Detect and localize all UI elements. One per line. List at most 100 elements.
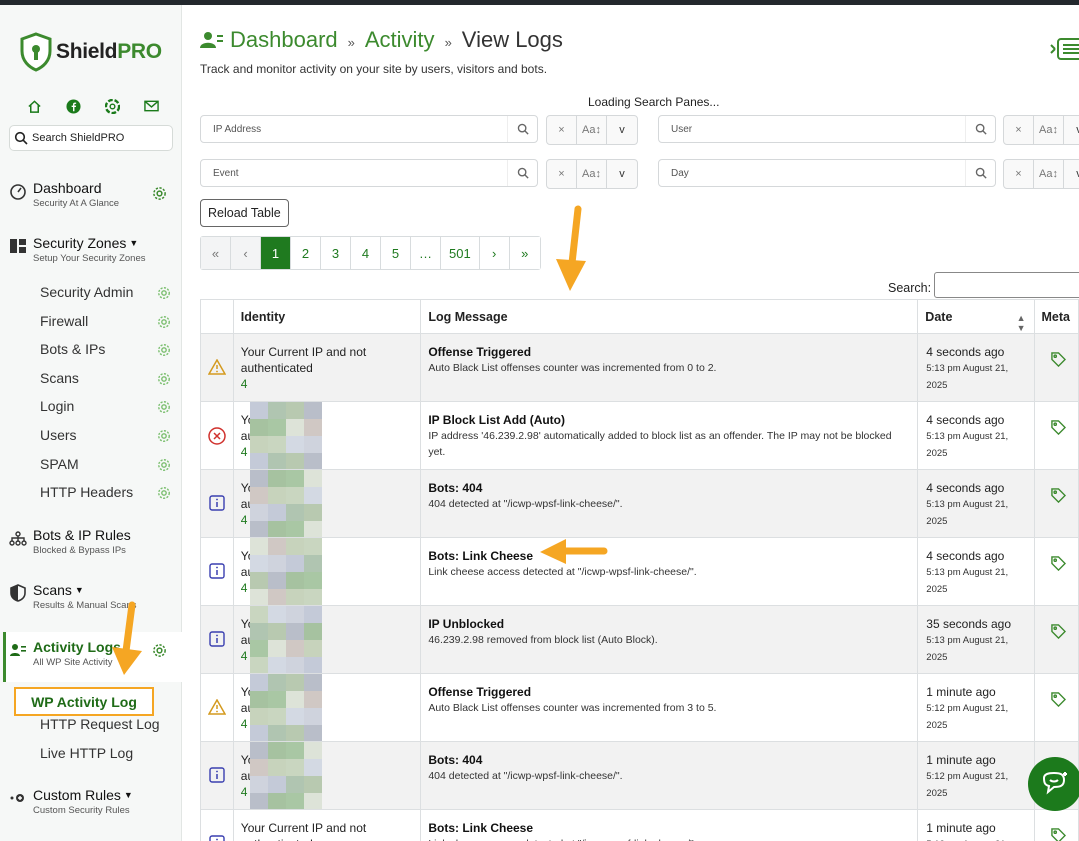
subnav-security-admin[interactable]: Security Admin [40, 284, 133, 300]
page-prev[interactable]: ‹ [231, 237, 261, 269]
ip-address-pane-input[interactable]: IP Address [200, 115, 538, 143]
gear-icon[interactable] [157, 286, 171, 300]
case-toggle-button[interactable]: Aa↕ [1034, 160, 1064, 188]
gear-icon[interactable] [157, 458, 171, 472]
page-5[interactable]: 5 [381, 237, 411, 269]
subnav-live-http-log[interactable]: Live HTTP Log [40, 745, 133, 761]
breadcrumb-current: View Logs [461, 27, 563, 52]
subnav-http-request-log[interactable]: HTTP Request Log [40, 716, 160, 732]
clear-button[interactable]: × [547, 160, 577, 188]
log-title: Bots: Link Cheese [428, 821, 534, 835]
message-cell: Bots: 404 404 detected at "/icwp-wpsf-lin… [420, 469, 919, 538]
page-last[interactable]: » [509, 237, 540, 269]
clear-button[interactable]: × [547, 116, 577, 144]
chat-support-button[interactable] [1028, 757, 1079, 811]
identity-cell: Your Current IP and notauthenticated [232, 809, 422, 841]
gear-icon[interactable] [157, 315, 171, 329]
severity-cell [200, 605, 234, 674]
breadcrumb: Dashboard » Activity » View Logs [200, 27, 563, 53]
collapse-button[interactable]: v [607, 116, 637, 144]
message-cell: IP Block List Add (Auto) IP address '46.2… [420, 401, 919, 470]
gear-icon[interactable] [157, 372, 171, 386]
facebook-icon[interactable] [63, 96, 83, 116]
subnav-http-headers[interactable]: HTTP Headers [40, 484, 133, 500]
event-pane-input[interactable]: Event [200, 159, 538, 187]
nav-security-zones[interactable]: Security Zones ▼ Setup Your Security Zones [9, 234, 146, 265]
breadcrumb-dashboard[interactable]: Dashboard [230, 27, 338, 53]
page-2[interactable]: 2 [291, 237, 321, 269]
subnav-scans[interactable]: Scans [40, 370, 79, 386]
relative-time: 1 minute ago [926, 753, 996, 767]
dashboard-gear-icon[interactable] [152, 186, 167, 201]
page-3[interactable]: 3 [321, 237, 351, 269]
pixelated-redaction [249, 606, 322, 673]
clear-button[interactable]: × [1004, 116, 1034, 144]
absolute-year: 2025 [926, 720, 948, 731]
nav-custom-rules[interactable]: Custom Rules ▼ Custom Security Rules [9, 786, 133, 817]
day-pane-input[interactable]: Day [658, 159, 996, 187]
collapse-button[interactable]: v [1064, 160, 1079, 188]
log-description: Link cheese access detected at "/icwp-wp… [428, 836, 910, 841]
tag-icon[interactable] [1050, 488, 1066, 504]
annotation-arrow-icon [556, 205, 586, 291]
col-identity[interactable]: Identity [232, 299, 422, 334]
subnav-login[interactable]: Login [40, 398, 74, 414]
gear-icon[interactable] [157, 343, 171, 357]
tag-icon[interactable] [1050, 624, 1066, 640]
lifebuoy-icon[interactable] [102, 96, 122, 116]
date-cell: 1 minute ago5:12 pm August 21,2025 [917, 809, 1035, 841]
subnav-users[interactable]: Users [40, 427, 77, 443]
table-search-input[interactable] [934, 272, 1079, 298]
collapse-button[interactable]: v [607, 160, 637, 188]
page-first[interactable]: « [201, 237, 231, 269]
tag-icon[interactable] [1050, 556, 1066, 572]
reload-table-button[interactable]: Reload Table [200, 199, 289, 227]
sidebar-search-input[interactable]: Search ShieldPRO [9, 125, 173, 151]
tag-icon[interactable] [1050, 828, 1066, 841]
nav-bots-ip-rules[interactable]: Bots & IP Rules Blocked & Bypass IPs [9, 526, 131, 557]
rules-icon [10, 794, 24, 802]
nav-dashboard[interactable]: Dashboard Security At A Glance [9, 179, 119, 210]
col-meta[interactable]: Meta [1033, 299, 1079, 334]
warning-icon [207, 698, 227, 715]
date-cell: 1 minute ago5:12 pm August 21,2025 [917, 741, 1035, 810]
col-date[interactable]: Date ▲ ▼ [917, 299, 1035, 334]
col-log-message[interactable]: Log Message [420, 299, 919, 334]
home-icon[interactable] [24, 96, 44, 116]
shield-logo-icon [20, 32, 52, 72]
gear-icon[interactable] [157, 486, 171, 500]
user-pane-input[interactable]: User [658, 115, 996, 143]
activity-gear-icon[interactable] [152, 643, 167, 658]
page-1[interactable]: 1 [261, 237, 291, 269]
absolute-year: 2025 [926, 652, 948, 663]
warning-icon [207, 358, 227, 375]
subnav-wp-activity-log[interactable]: WP Activity Log [14, 687, 154, 716]
sort-icon[interactable]: ▲ ▼ [1017, 313, 1026, 333]
menu-toggle-icon[interactable] [1049, 37, 1079, 61]
table-row: Yo nd notau4 Bots: Link Cheese Link cheese… [200, 537, 1079, 606]
tag-icon[interactable] [1050, 352, 1066, 368]
subnav-firewall[interactable]: Firewall [40, 313, 88, 329]
caret-down-icon: ▼ [129, 238, 139, 248]
log-description: 404 detected at "/icwp-wpsf-link-cheese/… [428, 770, 623, 782]
mail-icon[interactable] [141, 96, 161, 116]
collapse-button[interactable]: v [1064, 116, 1079, 144]
subnav-spam[interactable]: SPAM [40, 456, 79, 472]
shieldpro-logo[interactable]: ShieldPRO [20, 32, 162, 72]
tag-icon[interactable] [1050, 692, 1066, 708]
identity-ip-link[interactable]: 4 [241, 376, 414, 392]
page-last-number[interactable]: 501 [441, 237, 480, 269]
gear-icon[interactable] [157, 400, 171, 414]
case-toggle-button[interactable]: Aa↕ [577, 160, 607, 188]
page-4[interactable]: 4 [351, 237, 381, 269]
page-subtitle: Track and monitor activity on your site … [200, 62, 548, 76]
clear-button[interactable]: × [1004, 160, 1034, 188]
page-next[interactable]: › [479, 237, 510, 269]
gear-icon[interactable] [157, 429, 171, 443]
case-toggle-button[interactable]: Aa↕ [1034, 116, 1064, 144]
subnav-bots-ips[interactable]: Bots & IPs [40, 341, 105, 357]
search-icon [14, 131, 28, 145]
tag-icon[interactable] [1050, 420, 1066, 436]
breadcrumb-activity[interactable]: Activity [365, 27, 435, 53]
case-toggle-button[interactable]: Aa↕ [577, 116, 607, 144]
